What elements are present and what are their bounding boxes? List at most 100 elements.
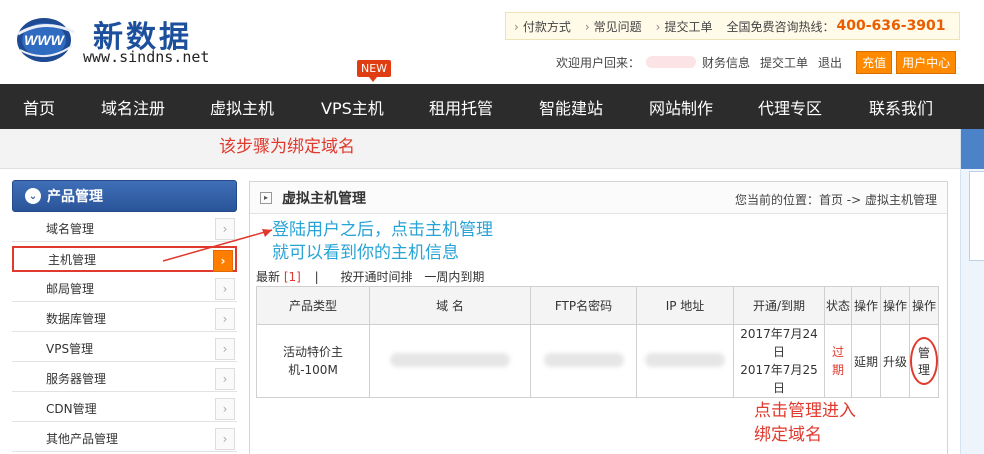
sidebar-header[interactable]: ⌄ 产品管理 xyxy=(12,180,237,212)
cell-ip-blurred xyxy=(636,324,734,398)
sidebar: ⌄ 产品管理 域名管理 › 主机管理 › 邮局管理 › 数据库管理 › VPS管… xyxy=(12,180,237,452)
logo-url[interactable]: www.sindns.net xyxy=(83,48,209,66)
link-logout[interactable]: 退出 xyxy=(818,54,842,71)
link-faq[interactable]: 常见问题 xyxy=(585,18,642,35)
sidebar-item-vps[interactable]: VPS管理 › xyxy=(12,336,237,362)
right-edge-panel xyxy=(960,129,984,454)
nav-web-design[interactable]: 网站制作 xyxy=(649,95,713,119)
globe-logo-icon[interactable]: WWW xyxy=(14,12,76,64)
cell-domain-blurred xyxy=(369,324,531,398)
chevron-right-icon: › xyxy=(215,218,235,240)
expire-date: 2017年7月25日 xyxy=(740,363,818,395)
sidebar-item-label: VPS管理 xyxy=(46,342,94,356)
col-open-expire: 开通/到期 xyxy=(733,286,825,325)
filter-sort-by-open[interactable]: 按开通时间排 xyxy=(341,270,413,284)
new-badge: NEW xyxy=(357,60,392,82)
sidebar-item-label: 其他产品管理 xyxy=(46,432,119,446)
sidebar-item-other[interactable]: 其他产品管理 › xyxy=(12,426,237,452)
filter-count: [1] xyxy=(283,270,301,284)
col-ip: IP 地址 xyxy=(636,286,734,325)
sidebar-item-mail[interactable]: 邮局管理 › xyxy=(12,276,237,302)
sidebar-item-label: 主机管理 xyxy=(48,252,97,267)
host-table: 产品类型 域 名 FTP名密码 IP 地址 开通/到期 状态 操作 操作 操作 … xyxy=(256,286,939,398)
nav-agent[interactable]: 代理专区 xyxy=(758,95,822,119)
svg-text:WWW: WWW xyxy=(24,32,65,48)
chevron-right-icon: › xyxy=(215,428,235,450)
cell-manage[interactable]: 管理 xyxy=(909,324,939,398)
nav-smart-site[interactable]: 智能建站 xyxy=(539,95,603,119)
chevron-right-icon: › xyxy=(213,250,233,272)
sidebar-item-label: 服务器管理 xyxy=(46,372,107,386)
chevron-right-icon: › xyxy=(215,338,235,360)
recharge-button[interactable]: 充值 xyxy=(856,50,893,74)
link-payment[interactable]: 付款方式 xyxy=(514,18,571,35)
col-action-2: 操作 xyxy=(880,286,910,325)
sidebar-item-label: 邮局管理 xyxy=(46,282,95,296)
status-badge: 过期 xyxy=(831,345,844,377)
chevron-right-icon: › xyxy=(215,278,235,300)
filter-row: 最新 [1] | 按开通时间排 一周内到期 xyxy=(256,268,484,285)
sidebar-item-label: 域名管理 xyxy=(46,222,95,236)
main-panel-header: ▸ 虚拟主机管理 您当前的位置：首页 -> 虚拟主机管理 xyxy=(250,182,947,214)
nav-contact[interactable]: 联系我们 xyxy=(869,95,933,119)
nav-virtual-host[interactable]: 虚拟主机 xyxy=(210,95,274,119)
triangle-right-icon: ▸ xyxy=(260,191,272,204)
sidebar-item-label: 数据库管理 xyxy=(46,312,107,326)
link-finance[interactable]: 财务信息 xyxy=(702,54,750,71)
manage-link[interactable]: 管理 xyxy=(910,337,938,385)
welcome-text: 欢迎用户回来： xyxy=(556,55,641,70)
main-nav: 首页 域名注册 虚拟主机 VPS主机 租用托管 智能建站 网站制作 代理专区 联… xyxy=(0,84,984,129)
top-links-bar: 付款方式 常见问题 提交工单 全国免费咨询热线： 400-636-3901 xyxy=(505,12,960,40)
open-date: 2017年7月24日 xyxy=(740,327,818,359)
user-center-button[interactable]: 用户中心 xyxy=(896,50,957,74)
step-annotation: 该步骤为绑定域名 xyxy=(219,137,355,157)
cell-renew[interactable]: 延期 xyxy=(851,324,881,398)
sidebar-item-cdn[interactable]: CDN管理 › xyxy=(12,396,237,422)
table-row: 活动特价主机-100M 2017年7月24日 2017年7月25日 过期 延期 … xyxy=(256,324,939,398)
upgrade-link[interactable]: 升级 xyxy=(883,355,907,369)
cell-dates: 2017年7月24日 2017年7月25日 xyxy=(733,324,825,398)
site-header: WWW 新数据 www.sindns.net 付款方式 常见问题 提交工单 全国… xyxy=(0,0,984,84)
sidebar-header-label: 产品管理 xyxy=(47,189,103,205)
renew-link[interactable]: 延期 xyxy=(854,355,878,369)
sidebar-item-database[interactable]: 数据库管理 › xyxy=(12,306,237,332)
manage-annotation-line2: 绑定域名 xyxy=(754,425,822,445)
col-domain: 域 名 xyxy=(369,286,531,325)
hotline-number: 400-636-3901 xyxy=(836,18,946,34)
nav-hosting[interactable]: 租用托管 xyxy=(429,95,493,119)
breadcrumb: 您当前的位置：首页 -> 虚拟主机管理 xyxy=(734,193,937,207)
nav-home[interactable]: 首页 xyxy=(23,95,55,119)
manage-annotation-line1: 点击管理进入 xyxy=(754,401,856,421)
filter-latest[interactable]: 最新 xyxy=(256,270,280,284)
hotline-label: 全国免费咨询热线： xyxy=(726,19,835,34)
link-submit-ticket[interactable]: 提交工单 xyxy=(656,18,712,35)
chevron-right-icon: › xyxy=(215,368,235,390)
table-header-row: 产品类型 域 名 FTP名密码 IP 地址 开通/到期 状态 操作 操作 操作 xyxy=(256,286,939,325)
filter-expire-week[interactable]: 一周内到期 xyxy=(424,270,484,284)
col-ftp: FTP名密码 xyxy=(530,286,637,325)
col-status: 状态 xyxy=(824,286,852,325)
cell-ftp-blurred xyxy=(530,324,637,398)
chevron-right-icon: › xyxy=(215,398,235,420)
nav-vps[interactable]: VPS主机 xyxy=(321,95,384,119)
sidebar-item-host[interactable]: 主机管理 › xyxy=(12,246,237,272)
chevron-down-icon: ⌄ xyxy=(25,188,41,204)
sidebar-item-server[interactable]: 服务器管理 › xyxy=(12,366,237,392)
right-edge-box xyxy=(969,171,984,261)
page-title: 虚拟主机管理 xyxy=(282,190,366,207)
blurred-username xyxy=(646,56,697,68)
chevron-right-icon: › xyxy=(215,308,235,330)
sidebar-item-label: CDN管理 xyxy=(46,402,97,416)
sidebar-item-domain[interactable]: 域名管理 › xyxy=(12,216,237,242)
step-bar xyxy=(0,129,984,169)
filter-separator: | xyxy=(314,270,319,284)
link-ticket[interactable]: 提交工单 xyxy=(760,54,808,71)
col-action-3: 操作 xyxy=(909,286,939,325)
login-annotation: 登陆用户之后，点击主机管理 就可以看到你的主机信息 xyxy=(272,219,493,265)
cell-upgrade[interactable]: 升级 xyxy=(880,324,910,398)
nav-domain[interactable]: 域名注册 xyxy=(101,95,165,119)
col-action-1: 操作 xyxy=(851,286,881,325)
user-bar: 欢迎用户回来： 财务信息 提交工单 退出 充值 用户中心 xyxy=(556,50,957,74)
cell-status: 过期 xyxy=(824,324,852,398)
manage-annotation: 点击管理进入 绑定域名 xyxy=(754,399,856,447)
